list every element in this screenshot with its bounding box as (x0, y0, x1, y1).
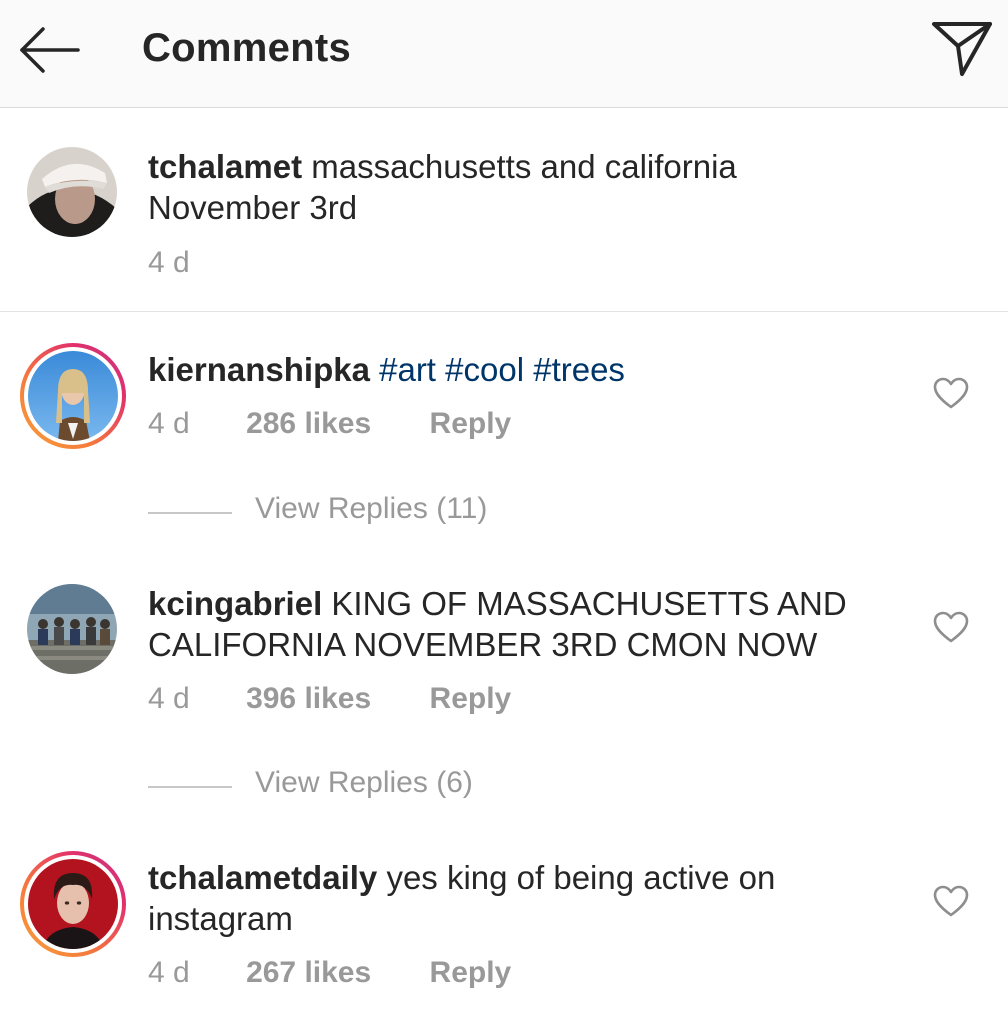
caption-body: massachusetts and california (311, 148, 737, 185)
divider (148, 786, 232, 788)
back-button[interactable] (16, 22, 84, 78)
share-button[interactable] (928, 18, 996, 80)
avatar[interactable] (27, 584, 117, 674)
avatar-photo (28, 859, 118, 949)
avatar-photo (27, 584, 117, 674)
view-replies-label: View Replies (6) (255, 766, 473, 799)
avatar-photo (28, 351, 118, 441)
reply-button[interactable]: Reply (430, 407, 512, 441)
comment-meta: 4 d 396 likes Reply (148, 682, 511, 716)
timestamp: 4 d (148, 956, 190, 989)
comment-text: kiernanshipka #art #cool #trees (148, 349, 625, 390)
page-title: Comments (142, 26, 352, 70)
timestamp: 4 d (148, 246, 190, 279)
heart-icon (933, 885, 969, 917)
heart-icon (933, 611, 969, 643)
likes-count[interactable]: 267 likes (246, 956, 371, 990)
like-button[interactable] (932, 884, 970, 918)
comment-text: tchalametdaily yes king of being active … (148, 857, 775, 939)
likes-count[interactable]: 396 likes (246, 682, 371, 716)
comment-username[interactable]: kiernanshipka (148, 351, 370, 388)
caption-body-line2: November 3rd (148, 189, 358, 226)
arrow-left-icon (20, 27, 80, 73)
view-replies-label: View Replies (11) (255, 492, 488, 525)
paper-plane-icon (932, 22, 992, 76)
caption-text: tchalamet massachusetts and california N… (148, 146, 737, 228)
divider (148, 512, 232, 514)
comment-meta: 4 d 286 likes Reply (148, 407, 511, 441)
avatar-with-story-ring[interactable] (20, 343, 126, 449)
like-button[interactable] (932, 610, 970, 644)
reply-button[interactable]: Reply (430, 956, 512, 990)
avatar-photo (27, 147, 117, 237)
timestamp: 4 d (148, 407, 190, 440)
comment-body: KING OF MASSACHUSETTS AND (331, 585, 847, 622)
caption-meta: 4 d (148, 246, 190, 280)
header-bar: Comments (0, 0, 1008, 108)
hashtag-link[interactable]: #cool (445, 351, 524, 388)
heart-icon (933, 377, 969, 409)
hashtag-link[interactable]: #art (379, 351, 436, 388)
like-button[interactable] (932, 376, 970, 410)
comment-body-line2: instagram (148, 900, 293, 937)
post-caption: tchalamet massachusetts and california N… (0, 108, 1008, 312)
comment-body: yes king of being active on (386, 859, 776, 896)
comment-username[interactable]: tchalametdaily (148, 859, 377, 896)
comment-username[interactable]: kcingabriel (148, 585, 322, 622)
avatar-with-story-ring[interactable] (20, 851, 126, 957)
comment-body-line2: CALIFORNIA NOVEMBER 3RD CMON NOW (148, 626, 818, 663)
likes-count[interactable]: 286 likes (246, 407, 371, 441)
comment-text: kcingabriel KING OF MASSACHUSETTS AND CA… (148, 583, 847, 665)
hashtag-link[interactable]: #trees (533, 351, 625, 388)
reply-button[interactable]: Reply (430, 682, 512, 716)
caption-username[interactable]: tchalamet (148, 148, 302, 185)
comment-meta: 4 d 267 likes Reply (148, 956, 511, 990)
avatar[interactable] (27, 147, 117, 237)
timestamp: 4 d (148, 682, 190, 715)
